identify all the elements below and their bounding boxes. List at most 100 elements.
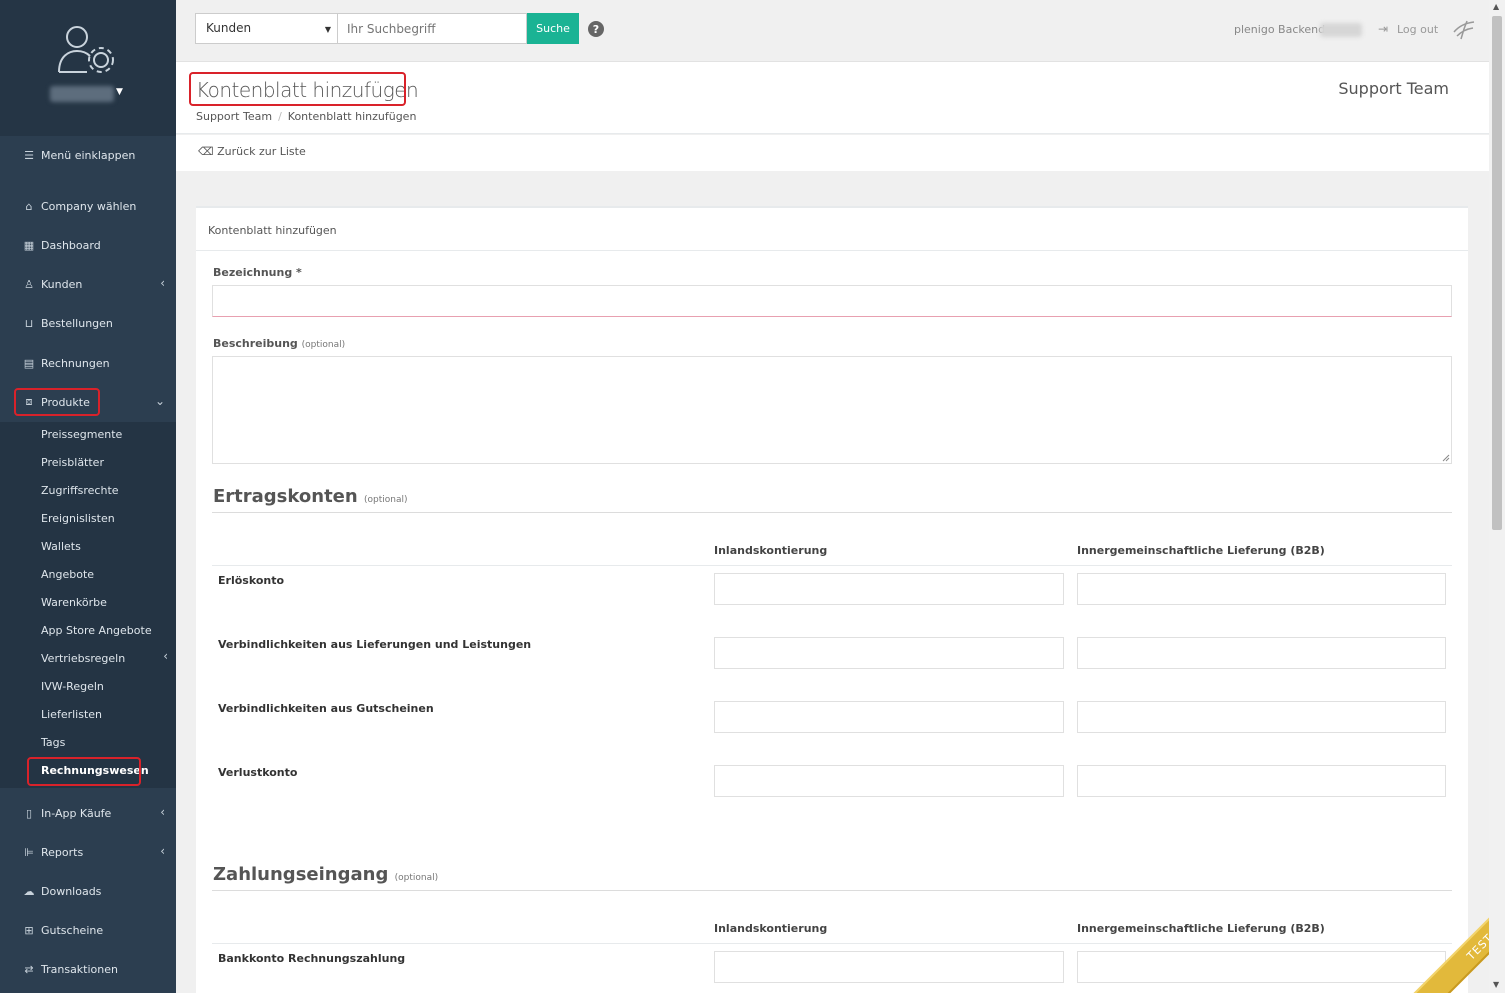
grid-icon: ▦: [23, 238, 35, 252]
scroll-up-arrow-icon[interactable]: ▲: [1493, 2, 1499, 11]
card-title: Kontenblatt hinzufügen: [208, 224, 337, 237]
submenu-item[interactable]: Wallets: [41, 538, 81, 556]
submenu-item[interactable]: Lieferlisten: [41, 706, 102, 724]
bankkonto-inland-input[interactable]: [714, 951, 1064, 983]
sidebar-profile: ▼: [0, 0, 176, 136]
submenu-item[interactable]: Angebote: [41, 566, 94, 584]
team-name: Support Team: [1338, 79, 1449, 98]
produkte-submenu: Preissegmente Preisblätter Zugriffsrecht…: [0, 422, 176, 788]
verlustkonto-inland-input[interactable]: [714, 765, 1064, 797]
logout-icon[interactable]: ⇥: [1378, 22, 1388, 36]
submenu-item[interactable]: App Store Angebote: [41, 622, 152, 640]
sidebar-item-gutscheine[interactable]: ⊞ Gutscheine: [0, 919, 176, 941]
user-icon: ♙: [24, 277, 34, 291]
submenu-item[interactable]: IVW-Regeln: [41, 678, 104, 696]
verlustkonto-b2b-input[interactable]: [1077, 765, 1446, 797]
sidebar-item-label: Dashboard: [41, 238, 101, 252]
submenu-item[interactable]: Preissegmente: [41, 426, 122, 444]
sidebar-item-inapp[interactable]: ▯ In-App Käufe ‹: [0, 802, 176, 824]
submenu-item[interactable]: Warenkörbe: [41, 594, 107, 612]
section-zahlungseingang-title: Zahlungseingang (optional): [213, 864, 438, 885]
document-icon: ▤: [23, 356, 35, 370]
sidebar-item-company[interactable]: ⌂ Company wählen: [0, 195, 176, 217]
sidebar-item-label: In-App Käufe: [41, 806, 112, 820]
back-bar: ⌫ Zurück zur Liste: [176, 135, 1489, 171]
logout-link[interactable]: Log out: [1397, 23, 1438, 36]
chevron-left-icon: ‹: [160, 844, 165, 858]
back-link-label: Zurück zur Liste: [217, 145, 306, 158]
back-to-list-link[interactable]: ⌫ Zurück zur Liste: [198, 145, 306, 158]
submenu-item[interactable]: Preisblätter: [41, 454, 104, 472]
search-input[interactable]: [338, 13, 527, 44]
sidebar-item-label: Gutscheine: [41, 923, 104, 937]
optional-hint: (optional): [301, 340, 346, 350]
table-header-divider: [212, 565, 1452, 566]
lieferungen-inland-input[interactable]: [714, 637, 1064, 669]
search-scope-select[interactable]: Kunden ▼: [195, 13, 338, 44]
test-ribbon: TEST: [1389, 893, 1489, 993]
hamburger-icon: ☰: [24, 148, 34, 162]
sidebar-item-label: Transaktionen: [41, 962, 118, 976]
caret-down-icon: ▼: [324, 25, 331, 34]
plenigo-logo-icon: [1453, 20, 1475, 40]
submenu-item[interactable]: Zugriffsrechte: [41, 482, 119, 500]
submenu-item[interactable]: Ereignislisten: [41, 510, 115, 528]
breadcrumb-item-current: Kontenblatt hinzufügen: [287, 110, 417, 123]
card-divider: [196, 250, 1468, 251]
erloeskonto-inland-input[interactable]: [714, 573, 1064, 605]
sidebar-item-rechnungen[interactable]: ▤ Rechnungen: [0, 352, 176, 374]
sidebar-item-label: Reports: [41, 845, 84, 859]
menu-collapse-button[interactable]: ☰ Menü einklappen: [0, 144, 176, 166]
help-icon[interactable]: ?: [588, 21, 604, 37]
username-blurred[interactable]: [50, 86, 114, 102]
col-head-inland: Inlandskontierung: [714, 544, 828, 557]
beschreibung-label: Beschreibung (optional): [213, 337, 345, 350]
chevron-left-icon: ‹: [160, 276, 165, 290]
transfer-icon: ⇄: [24, 962, 34, 976]
sidebar-item-bestellungen[interactable]: ⊔ Bestellungen: [0, 312, 176, 334]
bezeichnung-label: Bezeichnung *: [213, 266, 302, 279]
sidebar-item-downloads[interactable]: ☁ Downloads: [0, 880, 176, 902]
menu-collapse-label: Menü einklappen: [41, 148, 136, 162]
search-button[interactable]: Suche: [527, 13, 579, 44]
user-dropdown-caret-icon[interactable]: ▼: [116, 87, 123, 97]
scrollbar-thumb[interactable]: [1492, 16, 1502, 530]
col-head-b2b: Innergemeinschaftliche Lieferung (B2B): [1077, 544, 1325, 557]
gutscheine-b2b-input[interactable]: [1077, 701, 1446, 733]
chevron-left-icon: ‹: [160, 805, 165, 819]
sidebar-item-dashboard[interactable]: ▦ Dashboard: [0, 234, 176, 256]
search-scope-value: Kunden: [206, 21, 252, 35]
gift-icon: ⊞: [24, 923, 34, 937]
optional-hint: (optional): [394, 873, 439, 883]
breadcrumb-item-team[interactable]: Support Team: [196, 110, 272, 123]
section-ertragskonten-title: Ertragskonten (optional): [213, 486, 407, 507]
sidebar-item-label: Rechnungen: [41, 356, 110, 370]
col-head-inland: Inlandskontierung: [714, 922, 828, 935]
required-marker: *: [296, 266, 302, 279]
test-ribbon-label: TEST: [1413, 893, 1489, 993]
erloeskonto-b2b-input[interactable]: [1077, 573, 1446, 605]
beschreibung-textarea[interactable]: [212, 356, 1452, 464]
table-header-divider: [212, 943, 1452, 944]
sidebar-item-transaktionen[interactable]: ⇄ Transaktionen: [0, 958, 176, 980]
cloud-download-icon: ☁: [23, 884, 35, 898]
row-label: Verbindlichkeiten aus Lieferungen und Le…: [218, 638, 532, 651]
gutscheine-inland-input[interactable]: [714, 701, 1064, 733]
resize-handle-icon[interactable]: [1442, 454, 1450, 462]
beschreibung-label-text: Beschreibung: [213, 337, 298, 350]
chart-icon: ⊫: [24, 845, 34, 859]
home-icon: ⌂: [25, 199, 33, 213]
rechnungswesen-highlight: [27, 757, 141, 786]
scroll-down-arrow-icon[interactable]: ▼: [1493, 980, 1499, 989]
row-label: Bankkonto Rechnungszahlung: [218, 952, 406, 965]
sidebar-item-kunden[interactable]: ♙ Kunden ‹: [0, 273, 176, 295]
submenu-item[interactable]: Tags: [41, 734, 65, 752]
submenu-item[interactable]: Vertriebsregeln: [41, 650, 125, 668]
sidebar-item-reports[interactable]: ⊫ Reports ‹: [0, 841, 176, 863]
lieferungen-b2b-input[interactable]: [1077, 637, 1446, 669]
backend-version-blurred: [1320, 23, 1362, 37]
user-settings-icon: [58, 26, 114, 73]
bezeichnung-input[interactable]: [212, 285, 1452, 317]
basket-icon: ⊔: [24, 316, 34, 330]
col-head-b2b: Innergemeinschaftliche Lieferung (B2B): [1077, 922, 1325, 935]
